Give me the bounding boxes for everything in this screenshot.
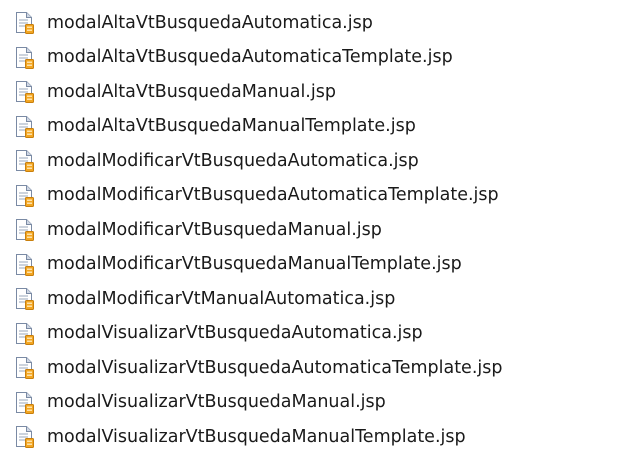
file-name: modalModificarVtManualAutomatica.jsp <box>47 288 396 309</box>
file-name: modalVisualizarVtBusquedaManualTemplate.… <box>47 426 466 447</box>
jsp-file-icon <box>14 287 36 311</box>
file-item[interactable]: modalModificarVtBusquedaAutomaticaTempla… <box>0 179 618 214</box>
jsp-file-icon <box>14 11 36 35</box>
jsp-file-icon <box>14 322 36 346</box>
file-item[interactable]: modalAltaVtBusquedaManual.jsp <box>0 75 618 110</box>
file-name: modalModificarVtBusquedaAutomaticaTempla… <box>47 185 499 205</box>
file-item[interactable]: modalModificarVtManualAutomatica.jsp <box>0 282 618 317</box>
jsp-file-icon <box>14 184 36 208</box>
file-item[interactable]: modalVisualizarVtBusquedaAutomatica.jsp <box>0 317 618 352</box>
jsp-file-icon <box>14 149 36 173</box>
file-name: modalAltaVtBusquedaManual.jsp <box>47 81 336 102</box>
file-name: modalAltaVtBusquedaAutomaticaTemplate.js… <box>47 47 453 67</box>
file-list: modalAltaVtBusquedaAutomatica.jsp modalA… <box>0 0 618 470</box>
jsp-file-icon <box>14 425 36 449</box>
file-item[interactable]: modalVisualizarVtBusquedaManualTemplate.… <box>0 420 618 455</box>
jsp-file-icon <box>14 253 36 277</box>
file-item[interactable]: modalModificarVtBusquedaManualTemplate.j… <box>0 248 618 283</box>
jsp-file-icon <box>14 391 36 415</box>
file-name: modalVisualizarVtBusquedaAutomaticaTempl… <box>47 357 503 378</box>
file-name: modalModificarVtBusquedaAutomatica.jsp <box>47 150 419 171</box>
file-name: modalModificarVtBusquedaManual.jsp <box>47 219 382 240</box>
file-name: modalVisualizarVtBusquedaAutomatica.jsp <box>47 323 423 343</box>
file-name: modalModificarVtBusquedaManualTemplate.j… <box>47 254 462 274</box>
file-item[interactable]: modalVisualizarVtBusquedaAutomaticaTempl… <box>0 351 618 386</box>
file-name: modalVisualizarVtBusquedaManual.jsp <box>47 392 386 412</box>
file-item[interactable]: modalModificarVtBusquedaManual.jsp <box>0 213 618 248</box>
jsp-file-icon <box>14 80 36 104</box>
jsp-file-icon <box>14 356 36 380</box>
jsp-file-icon <box>14 115 36 139</box>
file-item[interactable]: modalAltaVtBusquedaAutomatica.jsp <box>0 6 618 41</box>
file-item[interactable]: modalAltaVtBusquedaManualTemplate.jsp <box>0 110 618 145</box>
file-item[interactable]: modalAltaVtBusquedaAutomaticaTemplate.js… <box>0 41 618 76</box>
file-name: modalAltaVtBusquedaManualTemplate.jsp <box>47 116 416 136</box>
file-name: modalAltaVtBusquedaAutomatica.jsp <box>47 12 373 33</box>
jsp-file-icon <box>14 218 36 242</box>
jsp-file-icon <box>14 46 36 70</box>
file-item[interactable]: modalModificarVtBusquedaAutomatica.jsp <box>0 144 618 179</box>
file-item[interactable]: modalVisualizarVtBusquedaManual.jsp <box>0 386 618 421</box>
